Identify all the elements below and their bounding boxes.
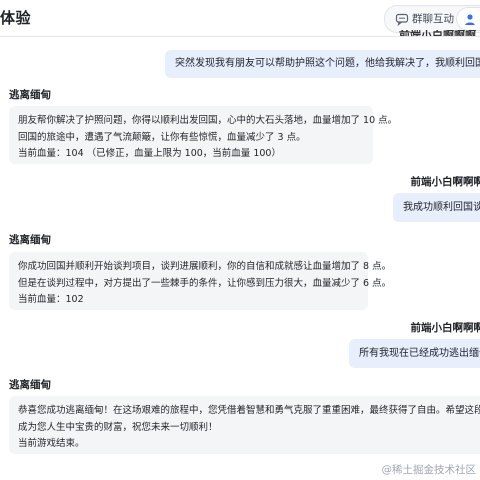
bot-message-line: 恭喜您成功逃离缅甸！在这场艰难的旅程中，您凭借着智慧和勇气克服了重重困难，最终获… (18, 405, 480, 416)
bot-sender-name: 逃离缅甸 (9, 379, 51, 391)
user-message-bubble: 突然发现我有朋友可以帮助护照这个问题，他给我解决了，我顺利回国谈判项目 (165, 50, 480, 78)
user-message-bubble: 所有我现在已经成功逃出缅甸了 (349, 339, 480, 368)
user-message-bubble: 我成功顺利回国谈判 (393, 193, 480, 222)
user-message-text: 所有我现在已经成功逃出缅甸了 (359, 348, 480, 359)
clipped-sender-name: 前端小白啊啊啊 (399, 30, 476, 36)
watermark: @稀土掘金技术社区 (382, 462, 477, 477)
bot-sender-name: 逃离缅甸 (9, 89, 51, 101)
bot-message-line: 当前血量：102 (18, 294, 84, 305)
bot-sender-name: 逃离缅甸 (9, 234, 51, 246)
bot-message-bubble: 你成功回国并顺利开始谈判项目，谈判进展顺利，你的自信和成就感让血量增加了 8 点… (9, 252, 392, 310)
person-icon (465, 14, 475, 25)
user-message-text: 我成功顺利回国谈判 (403, 202, 480, 213)
group-chat-mode-label: 群聊互动 (412, 13, 454, 25)
bot-message-line: 朋友帮你解决了护照问题，你得以顺利出发回国，心中的大石头落地，血量增加了 10 … (18, 115, 398, 126)
bot-message-bubble: 朋友帮你解决了护照问题，你得以顺利出发回国，心中的大石头落地，血量增加了 10 … (9, 106, 398, 164)
bot-message-line: 当前血量：104 （已修正，血量上限为 100，当前血量 100） (18, 148, 281, 159)
bot-message-bubble: 恭喜您成功逃离缅甸！在这场艰难的旅程中，您凭借着智慧和勇气克服了重重困难，最终获… (9, 396, 480, 454)
page-title: 体验 (0, 9, 32, 27)
bot-message-line: 成为您人生中宝贵的财富，祝您未来一切顺利！ (18, 421, 218, 433)
group-chat-mode-button[interactable]: 群聊互动 (389, 8, 455, 30)
user-sender-name: 前端小白啊啊啊 (410, 322, 480, 334)
user-message-text: 突然发现我有朋友可以帮助护照这个问题，他给我解决了，我顺利回国谈判项目 (175, 58, 480, 69)
bot-message-line: 当前游戏结束。 (18, 438, 85, 449)
bot-message-line: 你成功回国并顺利开始谈判项目，谈判进展顺利，你的自信和成就感让血量增加了 8 点… (18, 261, 392, 272)
single-chat-mode-button[interactable]: 单 (457, 8, 480, 30)
bot-message-line: 回国的旅途中，遭遇了气流颠簸，让你有些惊慌，血量减少了 3 点。 (18, 131, 306, 143)
group-chat-icon (395, 13, 409, 26)
chat-page: 体验 群聊互动 单 前端小白啊啊啊 (0, 0, 480, 480)
user-sender-name: 前端小白啊啊啊 (410, 176, 480, 188)
watermark-text: @稀土掘金技术社区 (381, 464, 477, 476)
bot-message-line: 但是在谈判过程中，对方提出了一些棘手的条件，让你感到压力很大，血量减少了 6 点… (18, 277, 392, 289)
chat-mode-switch: 群聊互动 单 (384, 5, 480, 33)
